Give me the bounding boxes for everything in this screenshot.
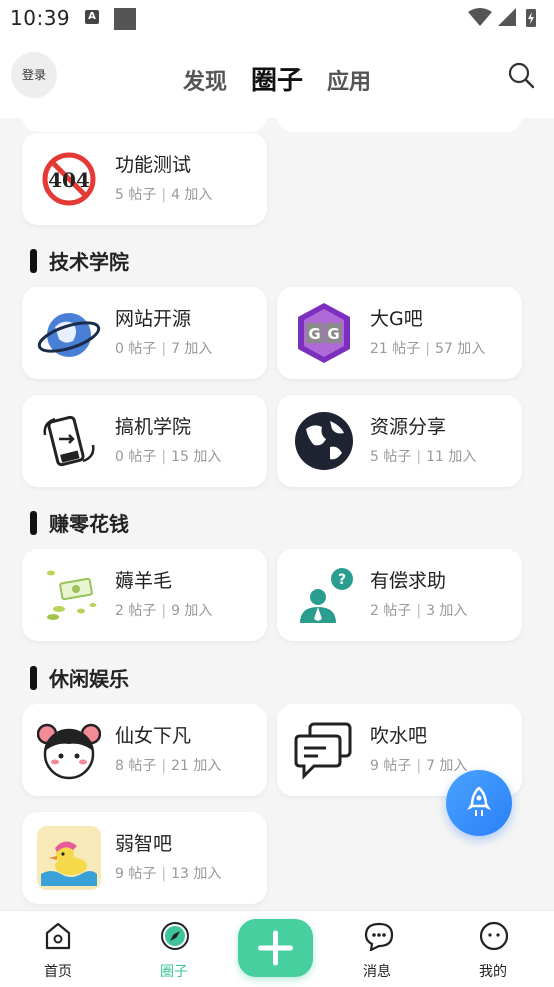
circle-card-fairy[interactable]: 仙女下凡 8 帖子 | 21 加入 <box>22 704 267 796</box>
circle-stats: 5 帖子 | 11 加入 <box>370 449 477 465</box>
svg-text:404: 404 <box>48 168 90 192</box>
top-tabs: 发现 圈子 应用 <box>0 60 554 97</box>
plus-icon <box>258 930 293 966</box>
circle-stats: 2 帖子 | 3 加入 <box>370 603 468 619</box>
svg-text:?: ? <box>338 572 346 588</box>
circle-name: 弱智吧 <box>115 833 173 855</box>
chat-bubbles-icon <box>294 722 352 780</box>
nav-messages[interactable]: 消息 <box>327 911 427 987</box>
circle-stats: 21 帖子 | 57 加入 <box>370 341 486 357</box>
circle-stats: 5 帖子 | 4 加入 <box>115 187 213 203</box>
section-title-earn: 赚零花钱 <box>30 508 129 538</box>
circle-name: 大G吧 <box>370 308 423 330</box>
nav-messages-label: 消息 <box>363 964 391 980</box>
circle-name: 网站开源 <box>115 308 192 330</box>
signal-icon <box>498 8 516 26</box>
girl-icon <box>37 723 101 780</box>
circle-name: 资源分享 <box>370 416 447 438</box>
nav-circles[interactable]: 圈子 <box>124 911 224 987</box>
404-icon: 404 <box>42 152 96 206</box>
status-time: 10:39 <box>10 6 71 30</box>
planet-icon <box>37 313 101 357</box>
circle-card-big-g[interactable]: G G 大G吧 21 帖子 | 57 加入 <box>277 287 522 379</box>
status-bar: 10:39 A <box>0 0 554 38</box>
partial-card-right <box>277 118 522 132</box>
circle-name: 吹水吧 <box>370 725 428 747</box>
back-to-top-button[interactable] <box>446 770 512 836</box>
nav-me-label: 我的 <box>479 964 507 980</box>
phone-rotate-icon <box>43 415 95 467</box>
search-icon[interactable] <box>506 60 536 90</box>
globe-icon <box>295 412 353 470</box>
svg-text:G: G <box>327 325 339 343</box>
status-icons <box>468 8 536 27</box>
circle-name: 仙女下凡 <box>115 725 192 747</box>
top-header: 登录 发现 圈子 应用 <box>0 38 554 118</box>
tab-discover[interactable]: 发现 <box>183 64 227 96</box>
circle-name: 功能测试 <box>115 154 192 176</box>
svg-text:G: G <box>308 325 320 343</box>
circle-card-resource-share[interactable]: 资源分享 5 帖子 | 11 加入 <box>277 395 522 487</box>
notification-a-icon: A <box>85 10 99 24</box>
rocket-icon <box>467 786 491 816</box>
circle-name: 有偿求助 <box>370 570 447 592</box>
circle-card-freebies[interactable]: 薅羊毛 2 帖子 | 9 加入 <box>22 549 267 641</box>
nav-home[interactable]: 首页 <box>8 911 108 987</box>
circle-card-open-source[interactable]: 网站开源 0 帖子 | 7 加入 <box>22 287 267 379</box>
tab-circles[interactable]: 圈子 <box>251 60 303 97</box>
circle-card-function-test[interactable]: 404 功能测试 5 帖子 | 4 加入 <box>22 133 267 225</box>
circle-stats: 2 帖子 | 9 加入 <box>115 603 213 619</box>
compass-icon <box>161 922 189 950</box>
home-icon <box>45 922 71 950</box>
wifi-icon <box>468 8 492 26</box>
circle-stats: 8 帖子 | 21 加入 <box>115 758 222 774</box>
notification-square-icon <box>114 8 136 30</box>
duck-icon <box>37 826 101 890</box>
circle-card-silly[interactable]: 弱智吧 9 帖子 | 13 加入 <box>22 812 267 904</box>
nav-circles-label: 圈子 <box>160 964 188 980</box>
message-icon <box>364 922 394 951</box>
money-icon <box>47 570 97 620</box>
nav-me[interactable]: 我的 <box>443 911 543 987</box>
partial-card-left <box>22 118 267 132</box>
circle-stats: 9 帖子 | 13 加入 <box>115 866 222 882</box>
nav-home-label: 首页 <box>44 964 72 980</box>
gg-icon: G G <box>298 303 350 363</box>
circle-name: 薅羊毛 <box>115 570 173 592</box>
help-person-icon: ? <box>300 568 353 623</box>
circle-card-phone-hack[interactable]: 搞机学院 0 帖子 | 15 加入 <box>22 395 267 487</box>
section-title-leisure: 休闲娱乐 <box>30 663 129 693</box>
tab-apps[interactable]: 应用 <box>327 64 371 96</box>
circle-stats: 0 帖子 | 7 加入 <box>115 341 213 357</box>
circle-name: 搞机学院 <box>115 416 192 438</box>
add-post-button[interactable] <box>238 919 313 977</box>
circle-stats: 0 帖子 | 15 加入 <box>115 449 222 465</box>
circle-card-paid-help[interactable]: ? 有偿求助 2 帖子 | 3 加入 <box>277 549 522 641</box>
section-title-tech: 技术学院 <box>30 246 129 276</box>
profile-face-icon <box>479 921 509 951</box>
